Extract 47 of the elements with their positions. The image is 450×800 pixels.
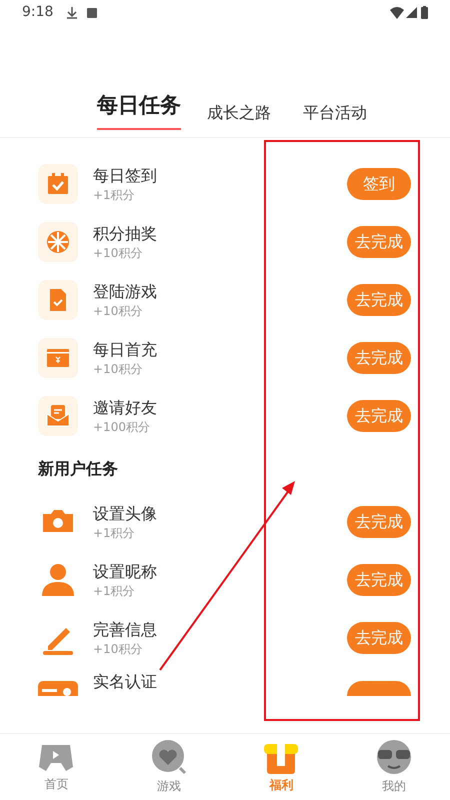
- task-button[interactable]: [347, 681, 411, 696]
- task-title: 实名认证: [93, 670, 158, 692]
- task-button[interactable]: 去完成: [347, 564, 411, 596]
- tab[interactable]: 平台活动: [297, 90, 373, 130]
- task-button[interactable]: 去完成: [347, 400, 411, 432]
- task-reward: +1积分: [93, 187, 136, 203]
- tab[interactable]: 每日任务: [97, 90, 181, 130]
- task-reward: +10积分: [93, 245, 144, 261]
- nav-item[interactable]: 福利: [225, 734, 338, 800]
- calendar-check-icon: [46, 172, 70, 196]
- task-button[interactable]: 去完成: [347, 226, 411, 258]
- task-reward: +1积分: [93, 583, 136, 599]
- task-reward: +10积分: [93, 361, 144, 377]
- task-title: 完善信息: [93, 619, 158, 641]
- task-title: 邀请好友: [93, 397, 158, 419]
- section-heading: 新用户任务: [38, 458, 118, 480]
- task-title: 设置昵称: [93, 561, 158, 583]
- envelope-icon: [46, 404, 70, 428]
- wheel-icon: [46, 230, 70, 254]
- wallet-icon: [46, 346, 70, 370]
- task-button[interactable]: 去完成: [347, 342, 411, 374]
- task-button[interactable]: 去完成: [347, 284, 411, 316]
- battery-icon: [421, 6, 428, 19]
- task-button[interactable]: 去完成: [347, 506, 411, 538]
- task-title: 登陆游戏: [93, 281, 158, 303]
- download-icon: [67, 6, 78, 18]
- task-button[interactable]: 去完成: [347, 622, 411, 654]
- heart-bubble-icon: [150, 739, 187, 775]
- tab[interactable]: 成长之路: [201, 90, 277, 130]
- task-title: 每日签到: [93, 165, 158, 187]
- task-title: 设置头像: [93, 503, 158, 525]
- task-button[interactable]: 签到: [347, 168, 411, 200]
- task-title: 积分抽奖: [93, 223, 158, 245]
- task-reward: +1积分: [93, 525, 136, 541]
- task-reward: +100积分: [93, 419, 151, 435]
- app-notification-icon: [87, 8, 98, 18]
- nav-item[interactable]: 我的: [338, 734, 450, 800]
- sunglasses-face-icon: [376, 739, 412, 775]
- id-card-icon: [38, 681, 78, 696]
- wifi-icon: [390, 6, 404, 18]
- status-time: 9:18: [22, 3, 54, 22]
- task-reward: +10积分: [93, 303, 144, 319]
- signal-icon: [406, 7, 417, 18]
- nav-item[interactable]: 游戏: [112, 734, 225, 800]
- task-reward: +10积分: [93, 641, 144, 657]
- task-title: 每日首充: [93, 339, 158, 361]
- nav-item[interactable]: 首页: [0, 734, 112, 800]
